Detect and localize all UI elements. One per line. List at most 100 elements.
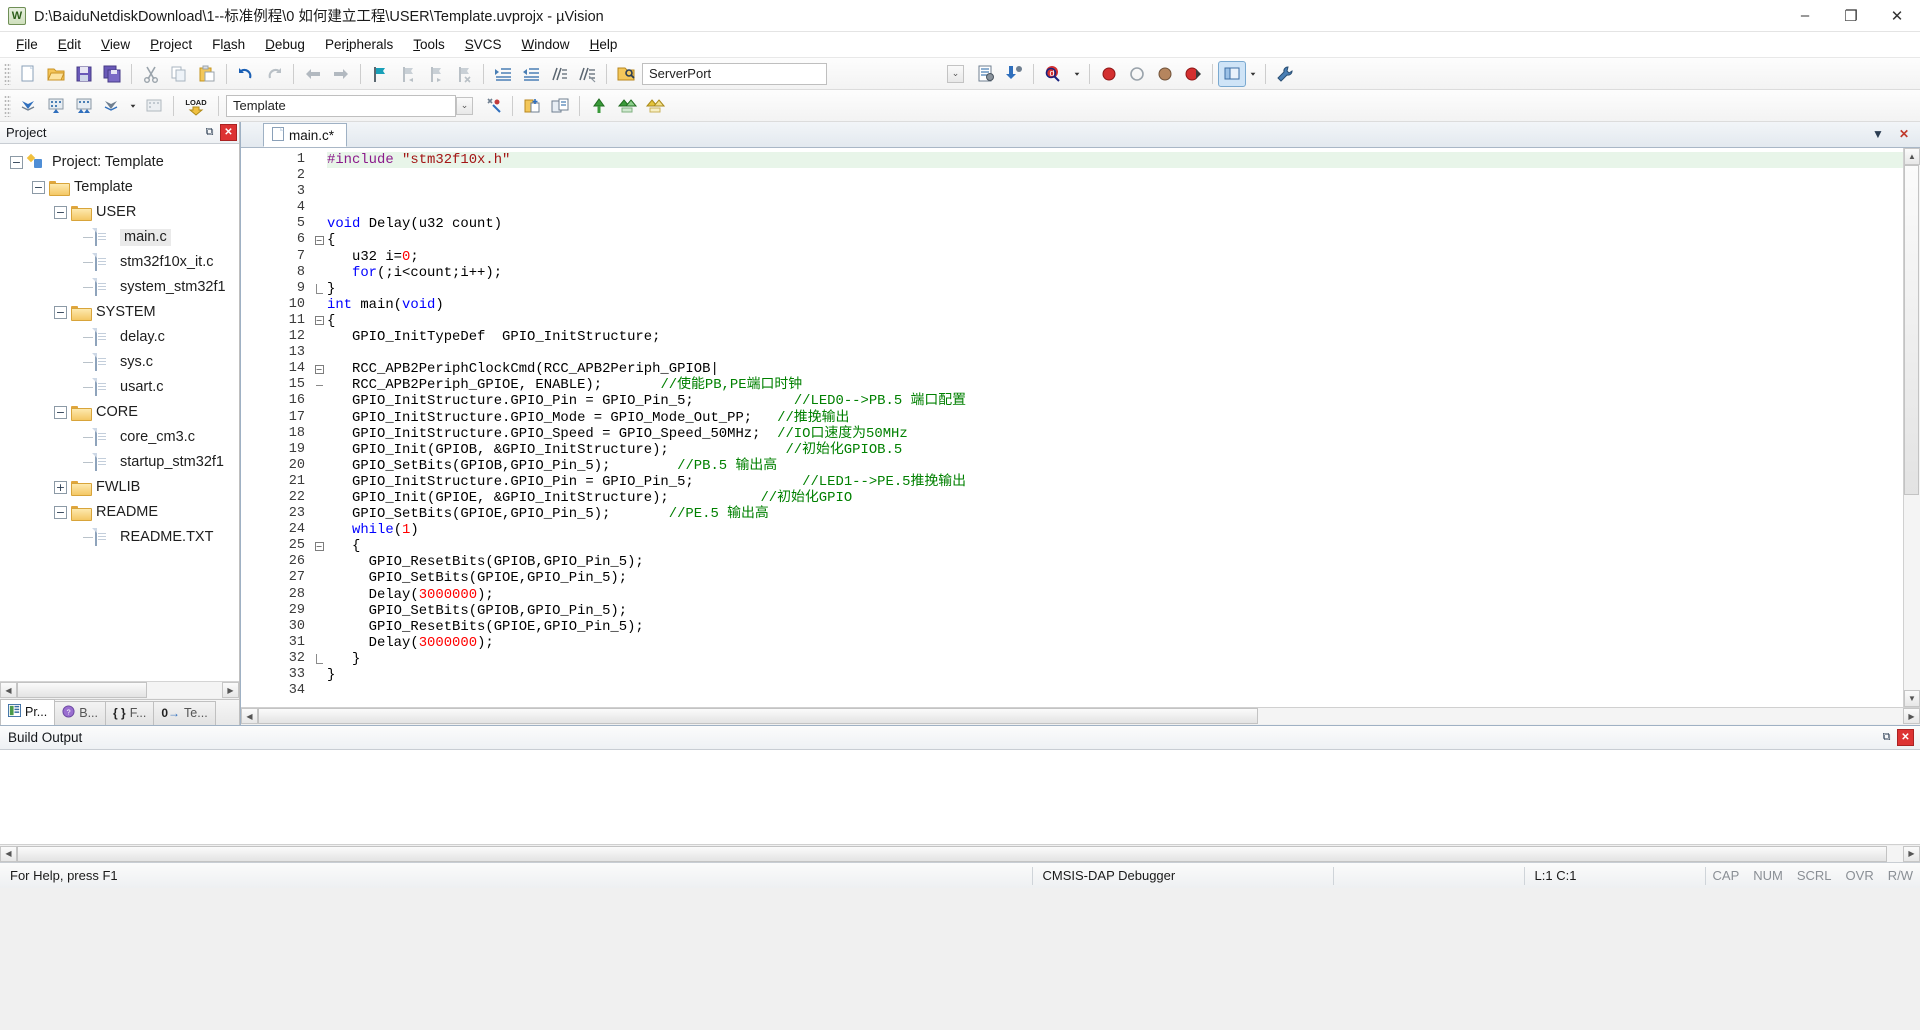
menu-debug[interactable]: Debug [255,34,315,55]
scroll-up-icon[interactable]: ▲ [1904,148,1920,165]
tab-books[interactable]: ? B... [54,700,106,725]
bookmark-next-icon[interactable] [422,61,450,87]
collapse-icon[interactable]: − [54,206,67,219]
scroll-left-icon[interactable]: ◀ [241,708,258,725]
window-layout-dropdown-icon[interactable] [1246,61,1260,87]
next-bookmark-yellow-icon[interactable] [641,93,669,119]
code-line[interactable]: Delay(3000000); [327,587,1903,603]
editor-tab-main-c[interactable]: main.c* [263,123,348,147]
vscroll-thumb[interactable] [1904,165,1919,495]
kill-all-breakpoints-icon[interactable] [1179,61,1207,87]
menu-peripherals[interactable]: Peripherals [315,34,403,55]
code-line[interactable]: GPIO_InitStructure.GPIO_Speed = GPIO_Spe… [327,426,1903,442]
code-line[interactable]: GPIO_InitStructure.GPIO_Pin = GPIO_Pin_5… [327,393,1903,409]
new-file-icon[interactable] [14,61,42,87]
translate-file-icon[interactable] [14,93,42,119]
batch-build-dropdown-icon[interactable] [126,93,140,119]
previous-bookmark-green-icon[interactable] [613,93,641,119]
insert-bookmark-green-icon[interactable] [585,93,613,119]
copy-icon[interactable] [165,61,193,87]
code-line[interactable] [327,683,1903,699]
fold-collapse-icon[interactable]: − [314,316,324,326]
hscroll-thumb[interactable] [17,682,147,699]
code-line[interactable]: GPIO_Init(GPIOE, &GPIO_InitStructure); /… [327,490,1903,506]
fold-collapse-icon[interactable]: − [314,236,324,246]
hscroll-track[interactable] [17,682,222,699]
tree-item-core-cm3-c[interactable]: core_cm3.c [4,425,239,450]
code-line[interactable]: { [327,313,1903,329]
close-icon[interactable]: ✕ [1897,728,1914,746]
collapse-icon[interactable]: − [10,156,23,169]
manage-project-items-icon[interactable] [518,93,546,119]
tree-item-template[interactable]: − Template [4,175,239,200]
menu-project[interactable]: Project [140,34,202,55]
configure-target-icon[interactable] [972,61,1000,87]
menu-edit[interactable]: Edit [48,34,91,55]
indent-decrease-icon[interactable] [517,61,545,87]
download-load-icon[interactable]: LOAD [179,93,213,119]
toolbar-grip[interactable] [4,94,11,117]
editor-hscroll-thumb[interactable] [258,708,1258,725]
open-file-icon[interactable] [42,61,70,87]
collapse-icon[interactable]: − [54,406,67,419]
minimize-button[interactable]: – [1782,0,1828,32]
expand-icon[interactable]: + [54,481,67,494]
code-line[interactable]: Delay(3000000); [327,635,1903,651]
code-line[interactable]: GPIO_SetBits(GPIOB,GPIO_Pin_5); [327,603,1903,619]
batch-build-icon[interactable] [98,93,126,119]
code-line[interactable]: } [327,281,1903,297]
tree-item-project-template[interactable]: − Project: Template [4,150,239,175]
manage-components-icon[interactable] [1000,61,1028,87]
tree-item-core[interactable]: − CORE [4,400,239,425]
scroll-right-icon[interactable]: ▶ [1903,845,1920,862]
code-editor[interactable]: 1 2 3 4 5 6 7 8 9 10 11 12 13 14 15 16 17 18 19 20 21 22 23 24 2… [241,148,1920,707]
tree-item-readme[interactable]: − README [4,500,239,525]
code-line[interactable] [327,345,1903,361]
indent-increase-icon[interactable] [489,61,517,87]
pin-icon[interactable]: ⧉ [1878,729,1895,746]
serverport-folder-icon[interactable] [612,61,640,87]
fold-cell[interactable]: − [311,538,327,554]
code-line[interactable] [327,184,1903,200]
scroll-left-icon[interactable]: ◀ [0,845,17,862]
build-hscroll-thumb[interactable] [17,845,1887,862]
code-line[interactable]: GPIO_ResetBits(GPIOE,GPIO_Pin_5); [327,619,1903,635]
rebuild-all-icon[interactable] [70,93,98,119]
tab-functions[interactable]: { } F... [105,700,155,725]
code-line[interactable]: while(1) [327,522,1903,538]
build-output-content[interactable] [0,749,1920,844]
paste-icon[interactable] [193,61,221,87]
scroll-down-icon[interactable]: ▼ [1904,689,1920,707]
code-content[interactable]: #include "stm32f10x.h" void Delay(u32 co… [327,148,1903,707]
maximize-button[interactable]: ❐ [1828,0,1874,32]
code-line[interactable]: for(;i<count;i++); [327,265,1903,281]
editor-close-icon[interactable]: ✕ [1896,127,1912,141]
fold-cell[interactable]: − [311,361,327,377]
menu-svcs[interactable]: SVCS [455,34,512,55]
fold-cell[interactable]: − [311,232,327,248]
tree-item-usart-c[interactable]: usart.c [4,375,239,400]
scroll-left-icon[interactable]: ◀ [0,682,17,699]
tab-templates[interactable]: 0→ Te... [153,700,216,725]
close-icon[interactable]: ✕ [220,124,237,141]
tree-item-system[interactable]: − SYSTEM [4,300,239,325]
bookmark-clear-icon[interactable] [450,61,478,87]
serverport-combo-arrow-icon[interactable]: ⌄ [947,64,964,83]
disable-all-breakpoints-icon[interactable] [1151,61,1179,87]
tree-item-stm32f10x-it-c[interactable]: stm32f10x_it.c [4,250,239,275]
comment-lines-icon[interactable] [545,61,573,87]
code-line[interactable]: GPIO_InitStructure.GPIO_Pin = GPIO_Pin_5… [327,474,1903,490]
code-line[interactable]: GPIO_InitStructure.GPIO_Mode = GPIO_Mode… [327,410,1903,426]
fold-cell[interactable] [311,651,327,667]
fold-cell[interactable]: − [311,313,327,329]
tree-item-main-c[interactable]: main.c [4,225,239,250]
save-file-icon[interactable] [70,61,98,87]
collapse-icon[interactable]: − [54,306,67,319]
build-output-hscrollbar[interactable]: ◀ ▶ [0,844,1920,862]
navigate-forward-icon[interactable] [327,61,355,87]
remove-breakpoint-icon[interactable] [1123,61,1151,87]
bookmark-toggle-icon[interactable] [366,61,394,87]
debug-search-dropdown-icon[interactable] [1070,61,1084,87]
menu-flash[interactable]: Flash [202,34,255,55]
code-line[interactable]: GPIO_SetBits(GPIOB,GPIO_Pin_5); //PB.5 输… [327,458,1903,474]
